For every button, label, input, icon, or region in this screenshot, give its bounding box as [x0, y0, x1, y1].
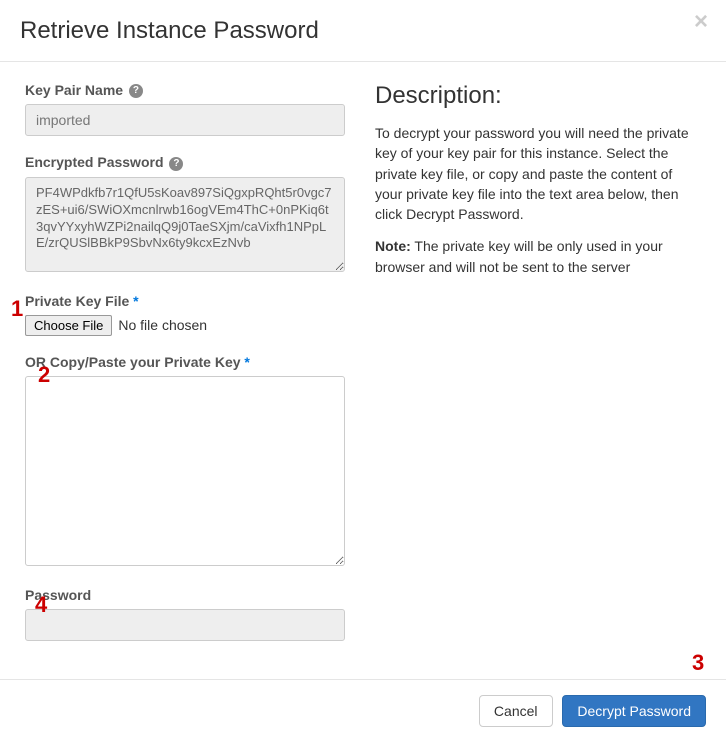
- encrypted-password-textarea[interactable]: PF4WPdkfb7r1QfU5sKoav897SiQgxpRQht5r0vgc…: [25, 177, 345, 272]
- key-pair-name-input: [25, 104, 345, 136]
- description-paragraph: To decrypt your password you will need t…: [375, 123, 701, 224]
- password-label: Password: [25, 587, 345, 603]
- private-key-file-label: Private Key File *: [25, 293, 345, 309]
- key-pair-name-group: Key Pair Name ?: [25, 82, 345, 136]
- note-label: Note:: [375, 238, 411, 254]
- encrypted-password-label: Encrypted Password ?: [25, 154, 345, 170]
- modal-title: Retrieve Instance Password: [20, 15, 706, 46]
- key-pair-name-label: Key Pair Name ?: [25, 82, 345, 98]
- required-star-icon: *: [244, 354, 249, 370]
- close-icon[interactable]: ×: [694, 10, 708, 34]
- description-column: Description: To decrypt your password yo…: [375, 82, 701, 659]
- modal-footer: Cancel Decrypt Password: [0, 679, 726, 742]
- private-key-file-group: Private Key File * Choose File No file c…: [25, 293, 345, 336]
- encrypted-password-label-text: Encrypted Password: [25, 154, 164, 170]
- paste-private-key-label: OR Copy/Paste your Private Key *: [25, 354, 345, 370]
- encrypted-password-group: Encrypted Password ? PF4WPdkfb7r1QfU5sKo…: [25, 154, 345, 274]
- private-key-file-label-text: Private Key File: [25, 293, 129, 309]
- description-note: Note: The private key will be only used …: [375, 236, 701, 277]
- choose-file-button[interactable]: Choose File: [25, 315, 112, 336]
- password-group: Password: [25, 587, 345, 641]
- decrypt-password-button[interactable]: Decrypt Password: [562, 695, 706, 727]
- form-column: Key Pair Name ? Encrypted Password ? PF4…: [25, 82, 345, 659]
- required-star-icon: *: [133, 293, 138, 309]
- private-key-textarea[interactable]: [25, 376, 345, 566]
- modal-body: Key Pair Name ? Encrypted Password ? PF4…: [0, 62, 726, 679]
- paste-private-key-label-text: OR Copy/Paste your Private Key: [25, 354, 241, 370]
- cancel-button[interactable]: Cancel: [479, 695, 553, 727]
- note-text: The private key will be only used in you…: [375, 238, 663, 274]
- key-pair-name-label-text: Key Pair Name: [25, 82, 123, 98]
- help-icon[interactable]: ?: [129, 84, 143, 98]
- retrieve-password-modal: Retrieve Instance Password × Key Pair Na…: [0, 0, 726, 742]
- modal-header: Retrieve Instance Password ×: [0, 0, 726, 62]
- paste-private-key-group: OR Copy/Paste your Private Key *: [25, 354, 345, 569]
- help-icon[interactable]: ?: [169, 157, 183, 171]
- file-picker: Choose File No file chosen: [25, 315, 345, 336]
- description-heading: Description:: [375, 82, 701, 111]
- no-file-chosen-text: No file chosen: [118, 317, 207, 333]
- password-output: [25, 609, 345, 641]
